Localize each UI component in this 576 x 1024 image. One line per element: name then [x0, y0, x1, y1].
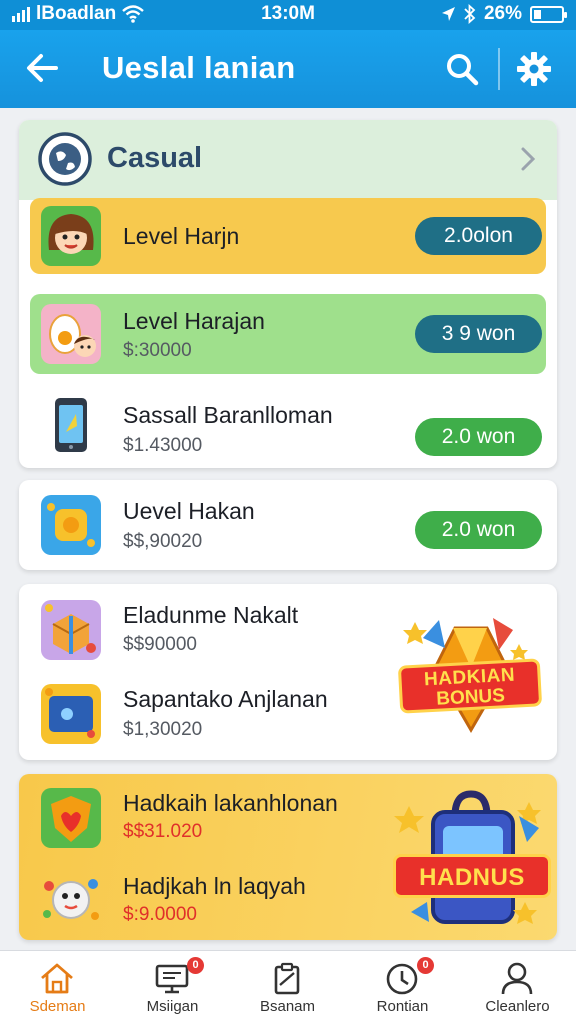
bottom-nav: Sdeman 0 Msiigan Bsanam 0 Rontian Cleanl… [0, 950, 576, 1024]
item-price: $1.43000 [123, 435, 203, 456]
item-price: $$90000 [123, 634, 197, 655]
page-title: Ueslal lanian [102, 50, 296, 85]
nav-tab-messages[interactable]: 0 Msiigan [115, 951, 230, 1024]
item-name: Level Harajan [123, 308, 265, 334]
buy-button[interactable]: 2.0 won [415, 511, 542, 549]
bonus-card: Eladunme Nakalt $$90000 Sapantako Anjlan… [19, 584, 557, 760]
item-card: Uevel Hakan $$,90020 2.0 won [19, 480, 557, 570]
item-name: Sassall Baranlloman [123, 402, 333, 428]
search-icon[interactable] [442, 49, 482, 89]
bluetooth-icon [464, 4, 476, 24]
chevron-right-icon [521, 147, 536, 171]
gift-box-icon [41, 600, 101, 660]
item-price: $$31.020 [123, 821, 203, 842]
item-price: $1,30020 [123, 719, 203, 740]
phone-icon [55, 398, 87, 452]
nav-label: Cleanlero [485, 998, 550, 1015]
promo-badge[interactable]: HADNUS [389, 782, 555, 936]
nav-tab-history[interactable]: 0 Rontian [345, 951, 460, 1024]
item-name: Eladunme Nakalt [123, 602, 299, 628]
nav-tab-clipboard[interactable]: Bsanam [230, 951, 345, 1024]
nav-label: Sdeman [29, 998, 86, 1015]
list-item[interactable]: Level Harajan $:30000 3 9 won [19, 294, 557, 374]
home-icon [41, 963, 73, 994]
category-card: Casual Level Harjn 2.0olon Level Harajan… [19, 120, 557, 468]
list-item[interactable]: Sassall Baranlloman $1.43000 2.0 won [19, 382, 557, 468]
globe-icon [38, 132, 92, 186]
clipboard-icon [274, 962, 300, 995]
list-item[interactable]: Uevel Hakan $$,90020 2.0 won [19, 480, 557, 570]
nav-tab-profile[interactable]: Cleanlero [460, 951, 575, 1024]
bonus-ribbon: HADKIAN BONUS [397, 658, 543, 714]
promo-ribbon: HADNUS [393, 854, 551, 898]
content-area: Casual Level Harjn 2.0olon Level Harajan… [0, 108, 576, 950]
item-price: $:9.0000 [123, 904, 197, 925]
buy-button[interactable]: 2.0 won [415, 418, 542, 456]
tablet-game-icon [41, 684, 101, 744]
nav-label: Msiigan [146, 998, 199, 1015]
battery-icon [530, 5, 567, 23]
buy-button[interactable]: 2.0olon [415, 217, 542, 255]
location-icon [441, 7, 455, 21]
clock-icon [386, 963, 418, 995]
status-right: 26% [440, 3, 567, 25]
gear-icon[interactable] [514, 49, 554, 89]
item-name: Sapantako Anjlanan [123, 686, 328, 712]
coin-box-icon [41, 495, 101, 555]
item-price: $:30000 [123, 340, 192, 361]
category-header[interactable]: Casual [19, 120, 557, 200]
status-bar: lBoadlan 13:0M 26% [0, 0, 576, 30]
back-arrow-icon[interactable] [20, 46, 64, 90]
list-item[interactable]: Level Harjn 2.0olon [19, 198, 557, 274]
nav-tab-home[interactable]: Sdeman [0, 951, 115, 1024]
buy-button[interactable]: 3 9 won [415, 315, 542, 353]
item-name: Hadkaih lakanhlonan [123, 790, 338, 816]
promo-text: HADNUS [419, 864, 525, 891]
bonus-badge[interactable]: HADKIAN BONUS [395, 598, 545, 748]
shield-heart-icon [41, 788, 101, 848]
item-name: Uevel Hakan [123, 498, 255, 524]
girl-avatar-icon [41, 206, 101, 266]
monster-icon [43, 879, 99, 920]
nav-label: Rontian [376, 998, 429, 1015]
monitor-icon [155, 964, 189, 994]
item-price: $$,90020 [123, 531, 203, 552]
egg-character-icon [41, 304, 101, 364]
item-name: Level Harjn [123, 223, 240, 249]
app-bar: Ueslal lanian [0, 30, 576, 108]
promo-card: Hadkaih lakanhlonan $$31.020 Hadjkah ln … [19, 774, 557, 940]
category-title: Casual [107, 142, 203, 174]
notification-badge: 0 [417, 957, 434, 974]
nav-label: Bsanam [259, 998, 316, 1015]
item-name: Hadjkah ln laqyah [123, 873, 306, 899]
app-bar-divider [498, 48, 500, 90]
notification-badge: 0 [187, 957, 204, 974]
battery-percent: 26% [483, 3, 522, 24]
user-icon [501, 962, 533, 995]
